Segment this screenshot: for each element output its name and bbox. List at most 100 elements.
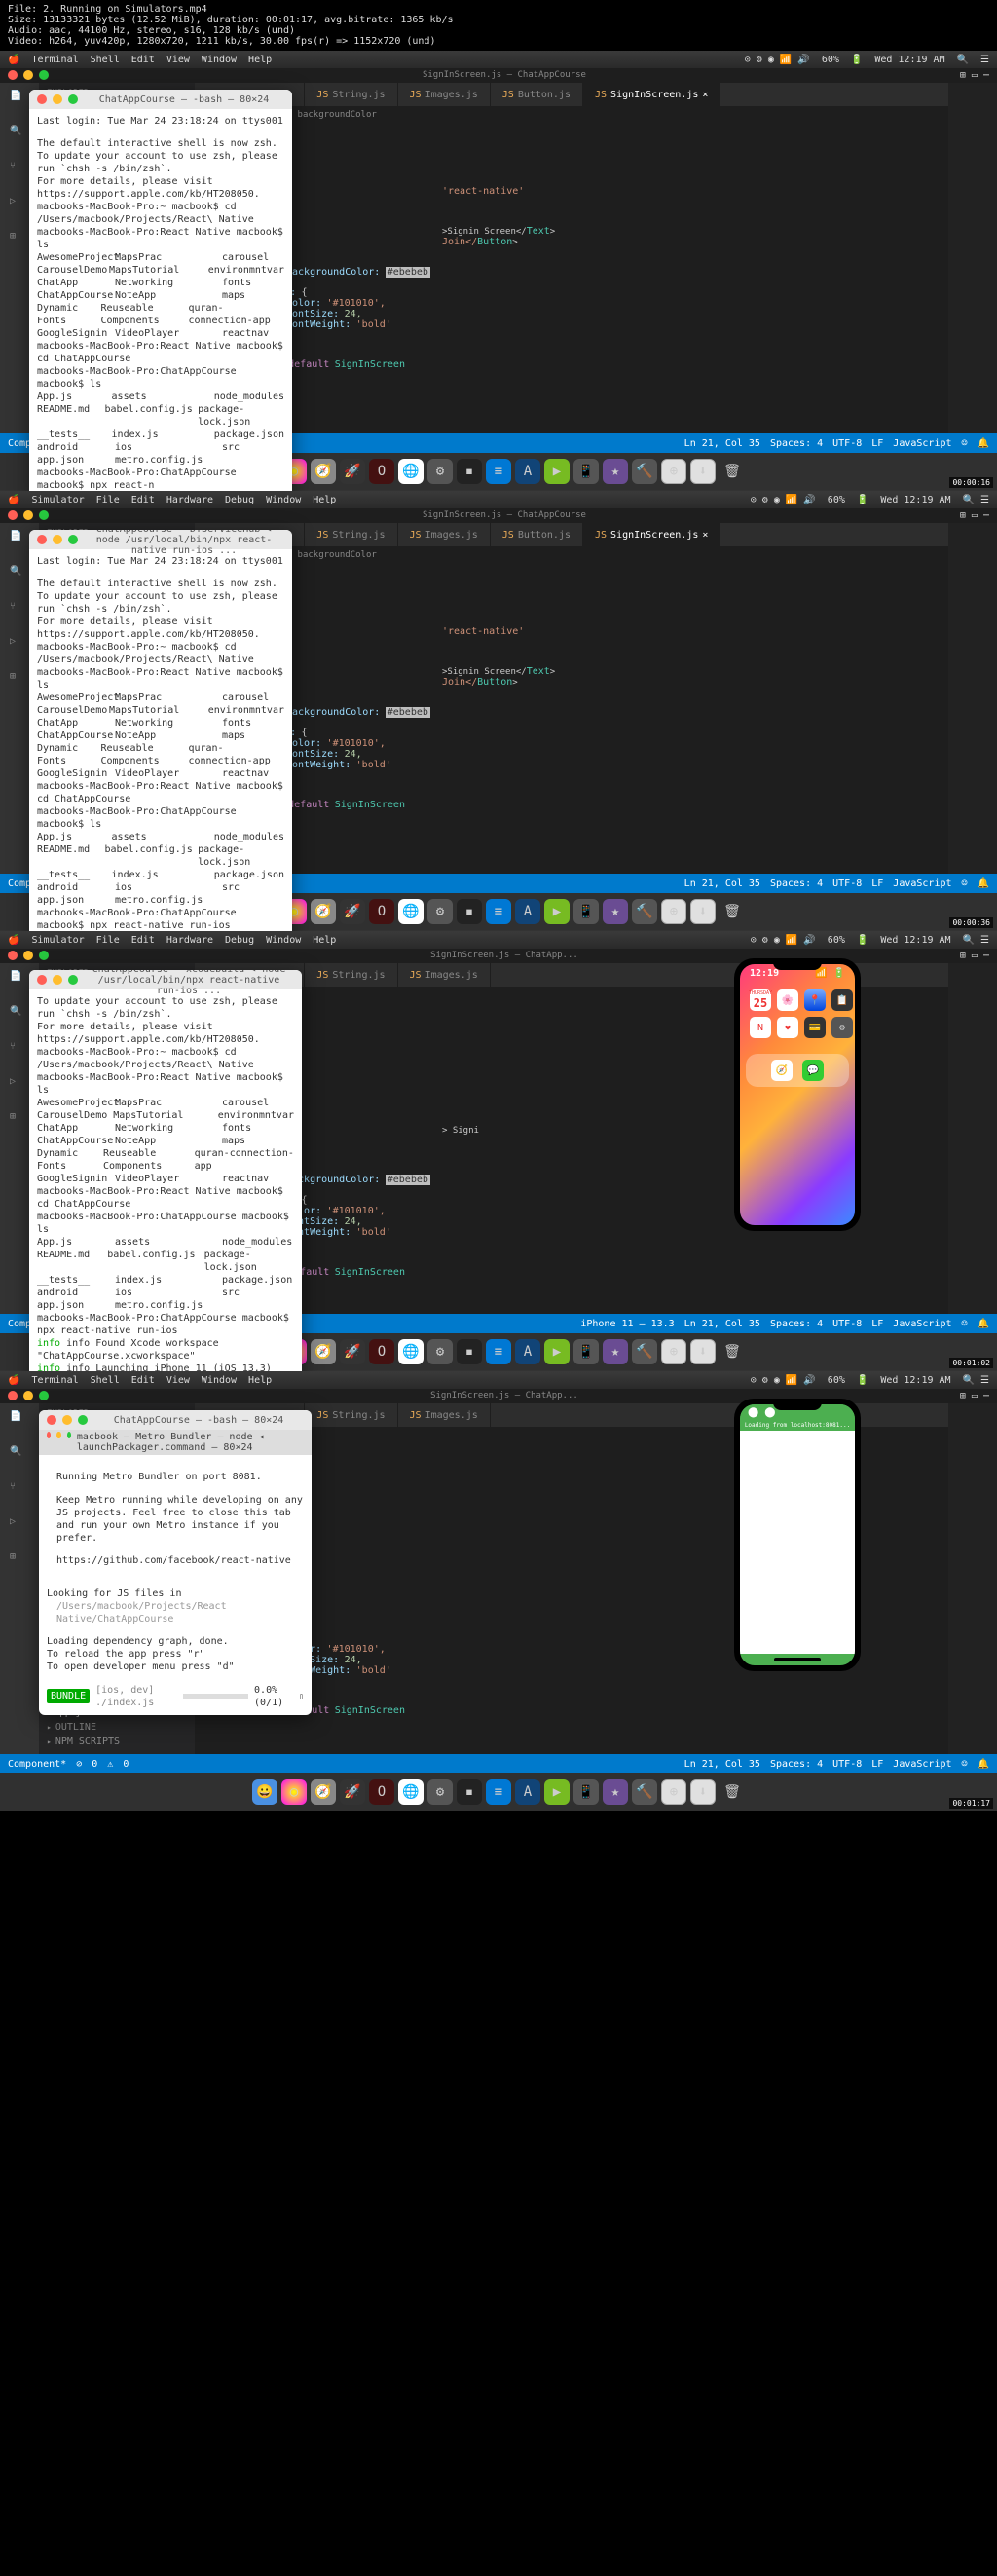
battery-pct: 60% [822,55,839,65]
debug-icon[interactable]: ▷ [10,196,29,215]
menu-window[interactable]: Window [266,495,301,505]
menu-simulator[interactable]: Simulator [31,495,84,505]
close-icon[interactable] [37,94,47,104]
minimize-icon[interactable] [53,94,62,104]
vscode-titlebar: SignInScreen.js — ChatAppCourse ⊞ ▭ ⋯ [0,68,997,83]
dock-xcode[interactable]: 🔨 [632,459,657,484]
explorer-icon[interactable]: 📄 [10,91,29,110]
app-maps[interactable]: 📍 [804,989,826,1011]
notifications-icon[interactable]: ☰ [980,55,989,65]
scm-icon[interactable]: ⑂ [10,161,29,180]
tab-images[interactable]: JSImages.js [398,83,491,106]
ios-time: 12:19 [750,968,779,976]
dock-downloads[interactable]: ⬇ [690,459,716,484]
dock-simulator[interactable]: 📱 [573,459,599,484]
frame-4: 🍎TerminalShellEditViewWindowHelp⊙ ⚙ ◉ 📶 … [0,1371,997,1811]
menu-debug[interactable]: Debug [225,495,254,505]
menu-terminal[interactable]: Terminal [31,55,78,65]
terminal-titlebar[interactable]: ChatAppCourse — -bash — 80×24 [29,90,292,109]
terminal-title: ChatAppCourse — -bash — 80×24 [84,94,284,105]
menu-shell[interactable]: Shell [91,55,120,65]
dock-terminal[interactable]: ▪ [457,459,482,484]
menu-help[interactable]: Help [313,495,336,505]
home-indicator[interactable] [774,1658,820,1661]
maximize-icon[interactable] [68,94,78,104]
frame-2: 🍎 Simulator File Edit Hardware Debug Win… [0,491,997,931]
status-encoding[interactable]: UTF-8 [832,438,862,449]
dock-appstore[interactable]: A [515,459,540,484]
tab-string[interactable]: JSString.js [305,83,397,106]
ios-status-icons: 📶 🔋 [815,968,845,976]
app-photos[interactable]: 🌸 [777,989,798,1011]
menu-edit[interactable]: Edit [131,495,155,505]
dock-vscode[interactable]: ≡ [486,459,511,484]
ios-home-screen[interactable]: 12:19 📶 🔋 THURSDAY25 🌸 📍 📋 N ❤ 💳 ⚙ 🧭 💬 [740,964,855,1225]
breadcrumb[interactable]: ... > container > backgroundColor [195,106,948,124]
app-messages[interactable]: 💬 [802,1060,824,1081]
apple-menu-icon[interactable]: 🍎 [8,55,19,65]
status-bell-icon[interactable]: 🔔 [978,438,989,449]
dock-launchpad[interactable]: 🚀 [340,459,365,484]
dock-imovie[interactable]: ★ [603,459,628,484]
tab-button[interactable]: JSButton.js [491,83,583,106]
simulator-label: iPhone 11 — 13.3 [580,1319,674,1329]
terminal-window[interactable]: ChatAppCourse — -bash — 80×24 Last login… [29,90,292,498]
terminal-window-metro[interactable]: ChatAppCourse — -bash — 80×24 macbook — … [39,1410,312,1715]
iphone-simulator[interactable]: 12:19 📶 🔋 THURSDAY25 🌸 📍 📋 N ❤ 💳 ⚙ 🧭 💬 [734,958,861,1231]
dock-safari[interactable]: 🧭 [311,459,336,484]
battery-icon: 🔋 [851,55,863,65]
app-calendar[interactable]: THURSDAY25 [750,989,771,1011]
dock-android[interactable]: ▶ [544,459,570,484]
status-spaces[interactable]: Spaces: 4 [770,438,823,449]
terminal-output[interactable]: Last login: Tue Mar 24 23:18:24 on ttys0… [29,109,292,498]
timecode: 00:01:02 [949,1358,993,1368]
editor-area: JSConstants.js JSString.js JSImages.js J… [195,83,948,433]
window-actions[interactable]: ⊞ ▭ ⋯ [960,70,989,81]
dock-expose[interactable]: ⊕ [661,459,686,484]
status-feedback-icon[interactable]: ☺ [962,438,968,449]
app-health[interactable]: ❤ [777,1017,798,1038]
apple-menu-icon[interactable]: 🍎 [8,495,19,505]
macos-menubar: 🍎 Terminal Shell Edit View Window Help ⊙… [0,51,997,68]
iphone-notch [773,958,822,970]
dock-trash[interactable]: 🗑 [720,459,745,484]
app-news[interactable]: N [750,1017,771,1038]
frame-1: 🍎 Terminal Shell Edit View Window Help ⊙… [0,51,997,491]
app-safari[interactable]: 🧭 [771,1060,793,1081]
menu-edit[interactable]: Edit [131,55,155,65]
menu-window[interactable]: Window [202,55,237,65]
dock-opera[interactable]: O [369,459,394,484]
app-settings[interactable]: ⚙ [831,1017,853,1038]
minimap[interactable] [948,83,997,433]
search-icon[interactable]: 🔍 [10,126,29,145]
tab-signin[interactable]: JSSignInScreen.js × [583,83,720,106]
terminal-tab[interactable]: macbook — Metro Bundler — node ◂ launchP… [77,1432,304,1453]
macos-menubar: 🍎 Simulator File Edit Hardware Debug Win… [0,491,997,508]
iphone-simulator[interactable]: ⬤ ⬤ Loading from localhost:8081... [734,1399,861,1671]
editor-tabs: JSConstants.js JSString.js JSImages.js J… [195,83,948,106]
progress-bar [183,1694,248,1699]
ios-dock: 🧭 💬 [746,1054,849,1087]
dock-chrome[interactable]: 🌐 [398,459,424,484]
frame-3: 🍎SimulatorFileEditHardwareDebugWindowHel… [0,931,997,1371]
status-eol[interactable]: LF [871,438,883,449]
loading-banner: Loading from localhost:8081... [740,1420,855,1431]
timecode: 00:00:36 [949,917,993,928]
code-editor[interactable]: 'react-native' >Signin Screen</Text> Joi… [195,124,948,433]
status-lang[interactable]: JavaScript [893,438,951,449]
menu-help[interactable]: Help [248,55,272,65]
timecode: 00:00:16 [949,477,993,488]
menu-file[interactable]: File [96,495,120,505]
search-icon[interactable]: 🔍 [957,55,969,65]
menu-view[interactable]: View [166,55,190,65]
tray-icons[interactable]: ⊙ ⚙ ◉ 📶 🔊 [745,55,810,65]
status-cursor[interactable]: Ln 21, Col 35 [684,438,760,449]
extensions-icon[interactable]: ⊞ [10,231,29,250]
menu-hardware[interactable]: Hardware [166,495,213,505]
app-reminders[interactable]: 📋 [831,989,853,1011]
dock-settings[interactable]: ⚙ [427,459,453,484]
app-wallet[interactable]: 💳 [804,1017,826,1038]
bundle-badge: BUNDLE [47,1689,90,1703]
file-info: File: 2. Running on Simulators.mp4 Size:… [0,0,997,51]
terminal-window[interactable]: ChatAppCourse — DTServiceHub ◂ node /usr… [29,530,292,976]
